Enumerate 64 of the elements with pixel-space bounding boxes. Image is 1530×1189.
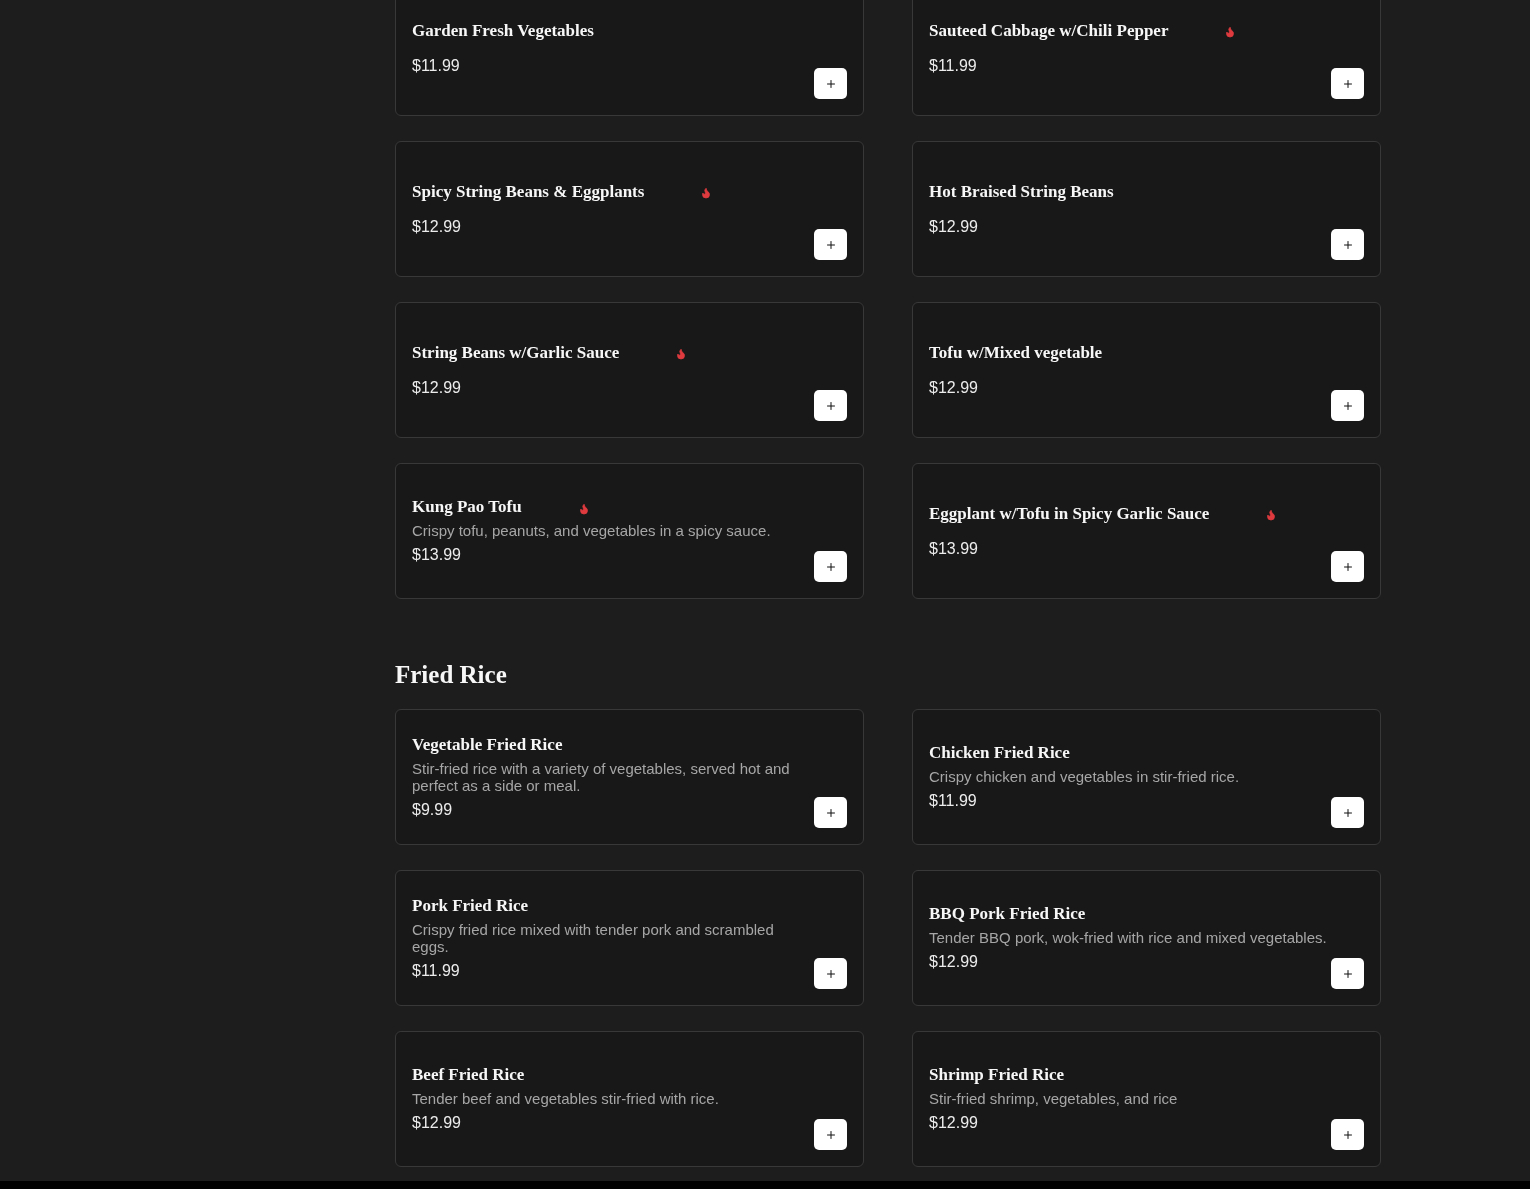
- plus-icon: [824, 1128, 837, 1141]
- plus-icon: [1341, 806, 1354, 819]
- section-heading: Fried Rice: [395, 660, 507, 690]
- item-price: $13.99: [412, 545, 461, 565]
- item-price: $12.99: [929, 952, 978, 972]
- plus-icon: [1341, 77, 1354, 90]
- add-button[interactable]: [814, 68, 847, 99]
- plus-icon: [824, 77, 837, 90]
- add-button[interactable]: [1331, 797, 1364, 828]
- plus-icon: [824, 238, 837, 251]
- item-price: $11.99: [929, 55, 977, 76]
- item-price: $11.99: [412, 55, 460, 76]
- item-price: $13.99: [929, 538, 978, 559]
- item-price: $12.99: [412, 1113, 461, 1133]
- item-price: $12.99: [929, 377, 978, 398]
- item-name: Hot Braised String Beans: [929, 180, 1114, 203]
- add-button[interactable]: [1331, 551, 1364, 582]
- plus-icon: [824, 967, 837, 980]
- plus-icon: [1341, 238, 1354, 251]
- item-description: Tender beef and vegetables stir-fried with rice.: [412, 1090, 719, 1107]
- plus-icon: [1341, 967, 1354, 980]
- plus-icon: [824, 560, 837, 573]
- add-button[interactable]: [1331, 390, 1364, 421]
- plus-icon: [1341, 560, 1354, 573]
- plus-icon: [824, 399, 837, 412]
- add-button[interactable]: [814, 551, 847, 582]
- item-name: Garden Fresh Vegetables: [412, 19, 594, 42]
- item-price: $12.99: [412, 216, 461, 237]
- item-name: Eggplant w/Tofu in Spicy Garlic Sauce: [929, 502, 1210, 525]
- add-button[interactable]: [814, 797, 847, 828]
- item-description: Stir-fried rice with a variety of vegetables, served hot and perfect as a side or meal.: [412, 759, 791, 794]
- item-name: Pork Fried Rice: [412, 894, 529, 917]
- item-price: $12.99: [929, 1113, 978, 1133]
- item-name: Beef Fried Rice: [412, 1064, 525, 1086]
- add-button[interactable]: [814, 229, 847, 260]
- item-description: Crispy fried rice mixed with tender pork and scrambled eggs.: [412, 920, 775, 955]
- add-button[interactable]: [814, 390, 847, 421]
- item-price: $12.99: [412, 377, 461, 398]
- item-description: Crispy tofu, peanuts, and vegetables in a spicy sauce.: [412, 522, 771, 539]
- item-description: Stir-fried shrimp, vegetables, and rice: [929, 1090, 1178, 1107]
- item-name: Sauteed Cabbage w/Chili Pepper: [929, 19, 1169, 42]
- item-price: $11.99: [412, 960, 460, 981]
- item-price: $12.99: [929, 216, 978, 237]
- item-name: Shrimp Fried Rice: [929, 1064, 1065, 1086]
- item-name: Kung Pao Tofu: [412, 496, 522, 518]
- item-name: String Beans w/Garlic Sauce: [412, 341, 620, 364]
- add-button[interactable]: [1331, 1119, 1364, 1150]
- add-button[interactable]: [814, 1119, 847, 1150]
- item-name: Tofu w/Mixed vegetable: [929, 341, 1103, 364]
- item-description: Tender BBQ pork, wok-fried with rice and mixed vegetables.: [929, 929, 1327, 946]
- item-price: $11.99: [929, 791, 977, 811]
- plus-icon: [1341, 1128, 1354, 1141]
- item-name: Chicken Fried Rice: [929, 742, 1070, 764]
- plus-icon: [1341, 399, 1354, 412]
- add-button[interactable]: [814, 958, 847, 989]
- add-button[interactable]: [1331, 68, 1364, 99]
- item-name: Vegetable Fried Rice: [412, 733, 563, 756]
- add-button[interactable]: [1331, 229, 1364, 260]
- add-button[interactable]: [1331, 958, 1364, 989]
- item-description: Crispy chicken and vegetables in stir-fried rice.: [929, 768, 1240, 785]
- item-name: BBQ Pork Fried Rice: [929, 903, 1086, 925]
- plus-icon: [824, 806, 837, 819]
- item-price: $9.99: [412, 799, 453, 820]
- item-name: Spicy String Beans & Eggplants: [412, 180, 645, 203]
